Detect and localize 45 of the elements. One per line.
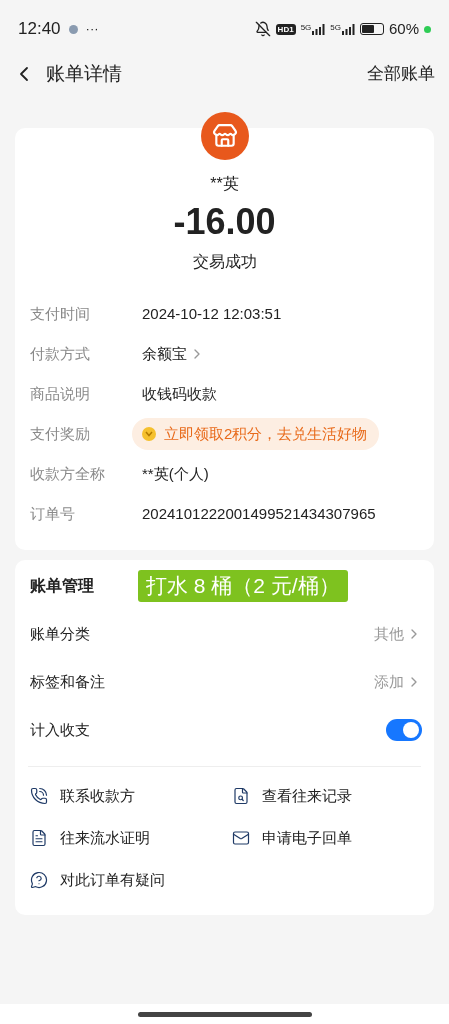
payment-method-link[interactable]: 余额宝: [142, 342, 187, 366]
toggle-switch[interactable]: [386, 719, 422, 741]
muted-bell-icon: [254, 21, 271, 37]
detail-value: 收钱码收款: [142, 383, 217, 404]
phone-icon: [30, 787, 48, 805]
detail-value: 2024101222001499521434307965: [142, 503, 376, 524]
note-sticker: 打水 8 桶（2 元/桶）: [138, 570, 348, 602]
home-indicator[interactable]: [137, 1011, 312, 1017]
document-icon: [30, 829, 48, 847]
action-link[interactable]: 联系收款方: [30, 777, 135, 815]
reward-text: 立即领取2积分，去兑生活好物: [164, 423, 368, 444]
network-label: 5G: [300, 23, 312, 32]
coin-icon: [142, 427, 156, 441]
action-link[interactable]: 对此订单有疑问: [30, 861, 165, 899]
detail-label: 订单号: [30, 503, 76, 524]
setting-label: 计入收支: [30, 719, 90, 740]
status-time: 12:40: [18, 18, 61, 41]
section-title: 账单管理: [30, 576, 95, 596]
battery-icon: [359, 23, 384, 35]
document-search-icon: [232, 787, 250, 805]
action-link[interactable]: 申请电子回单: [232, 819, 352, 857]
more-notifications: ···: [85, 20, 99, 39]
setting-label: 账单分类: [30, 623, 90, 644]
detail-label: 支付时间: [30, 303, 91, 324]
setting-label: 标签和备注: [30, 671, 105, 692]
all-bills-link[interactable]: 全部账单: [367, 61, 435, 87]
battery-percent: 60%: [388, 18, 419, 39]
detail-value: 2024-10-12 12:03:51: [142, 303, 282, 324]
action-link[interactable]: 查看往来记录: [232, 777, 352, 815]
detail-label: 支付奖励: [30, 423, 91, 444]
detail-label: 付款方式: [30, 343, 91, 364]
transaction-status: 交易成功: [192, 252, 257, 272]
mail-icon: [232, 829, 250, 847]
amount: -16.00: [173, 200, 276, 244]
action-link[interactable]: 往来流水证明: [30, 819, 150, 857]
detail-label: 收款方全称: [30, 463, 106, 484]
page-title: 账单详情: [46, 61, 122, 86]
question-icon: [30, 871, 48, 889]
detail-label: 商品说明: [30, 383, 91, 404]
payee-name: **英: [210, 174, 239, 194]
signal-icon: [311, 23, 326, 35]
signal-icon: [340, 23, 355, 35]
hd-badge: HD1: [275, 23, 296, 35]
network-label: 5G: [330, 23, 341, 32]
detail-value: **英(个人): [142, 463, 209, 484]
